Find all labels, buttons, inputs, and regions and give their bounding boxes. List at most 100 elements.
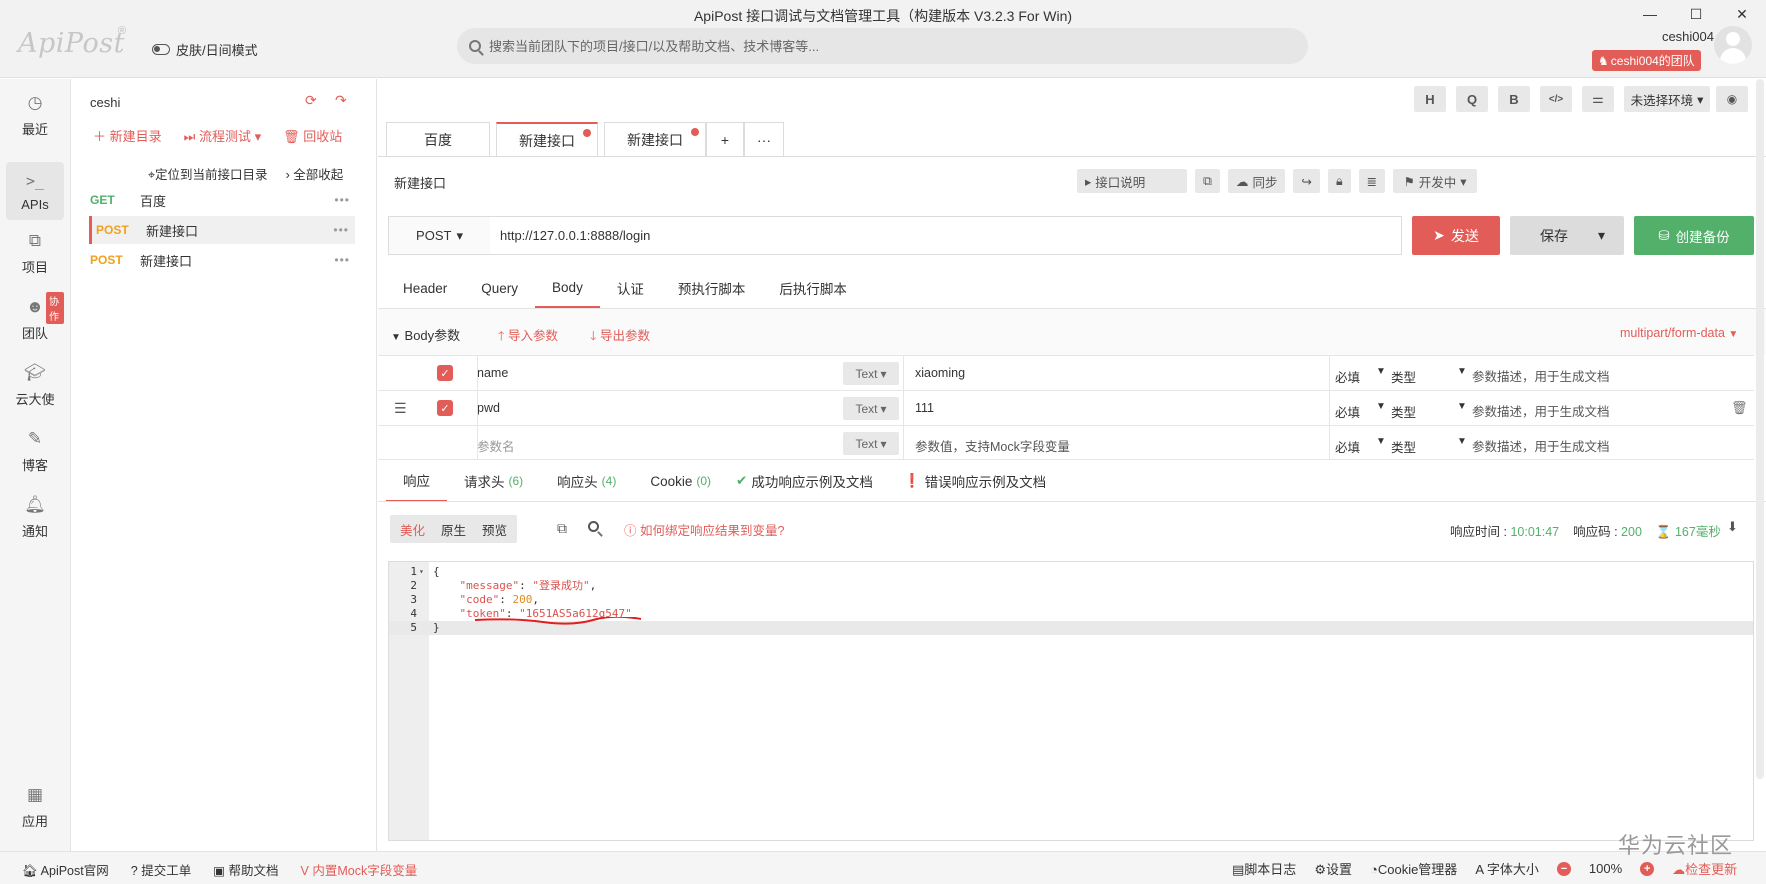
help-docs-link[interactable]: ▣ 帮助文档 <box>213 860 278 879</box>
param-type-select[interactable]: Text ▾ <box>843 362 899 385</box>
sync-button[interactable]: ☁ 同步 <box>1227 169 1286 193</box>
recycle-button[interactable]: 🗑︎ 回收站 <box>283 126 342 145</box>
tab-success-example[interactable]: ✔ 成功响应示例及文档 <box>728 460 890 502</box>
tab-error-example[interactable]: ❗ 错误响应示例及文档 <box>890 460 1063 502</box>
param-checkbox[interactable]: ✓ <box>437 400 453 416</box>
nav-item-project[interactable]: ⧉ 项目 <box>6 224 64 282</box>
trash-icon[interactable]: 🗑︎ <box>1731 400 1748 416</box>
request-tab[interactable]: 新建接口 <box>604 122 706 157</box>
param-value-placeholder[interactable]: 参数值，支持Mock字段变量 <box>915 436 1070 455</box>
script-log-button[interactable]: ▤脚本日志 <box>1232 859 1296 878</box>
bind-help-link[interactable]: ⓘ 如何绑定响应结果到变量? <box>624 520 784 539</box>
avatar[interactable] <box>1714 26 1752 64</box>
tab-header[interactable]: Header <box>386 268 464 308</box>
param-required[interactable]: 必填 <box>1335 437 1360 456</box>
content-type-select[interactable]: multipart/form-data ▼ <box>1620 326 1738 340</box>
ticket-link[interactable]: ? 提交工单 <box>131 860 191 879</box>
tab-more-button[interactable]: ··· <box>744 122 784 157</box>
global-search[interactable] <box>457 28 1308 64</box>
copy-icon[interactable]: ⧉ <box>1195 169 1220 193</box>
param-name[interactable]: name <box>477 366 508 380</box>
param-desc[interactable]: 参数描述，用于生成文档 <box>1472 401 1610 420</box>
nav-item-apps[interactable]: ▦ 应用 <box>6 778 64 836</box>
theme-toggle[interactable]: 皮肤/日间模式 <box>152 40 258 59</box>
nav-item-ambassador[interactable]: 🎓︎ 云大使 <box>6 356 64 414</box>
param-desc[interactable]: 参数描述，用于生成文档 <box>1472 436 1610 455</box>
request-tab[interactable]: 新建接口 <box>496 122 598 157</box>
more-icon[interactable]: ••• <box>333 223 349 237</box>
collapse-all-button[interactable]: › 全部收起 <box>286 164 344 183</box>
quote-button[interactable]: Q <box>1456 86 1488 112</box>
send-button[interactable]: ➤ 发送 <box>1412 216 1500 255</box>
website-link[interactable]: 🏠︎ ApiPost官网 <box>22 860 109 879</box>
chevron-down-icon[interactable]: ▾ <box>1598 227 1605 244</box>
check-update-button[interactable]: ☁检查更新 <box>1672 859 1737 878</box>
param-kind[interactable]: 类型 <box>1391 437 1416 456</box>
maximize-button[interactable]: ☐ <box>1673 0 1719 28</box>
param-type-select[interactable]: Text ▾ <box>843 432 899 455</box>
share-icon[interactable]: ↷ <box>335 92 347 109</box>
tab-body[interactable]: Body <box>535 268 600 308</box>
api-tree-item[interactable]: POST 新建接口 ••• <box>89 216 355 244</box>
refresh-icon[interactable]: ⟳ <box>305 92 317 109</box>
caret-down-icon[interactable]: ▼ <box>1376 366 1386 377</box>
param-type-select[interactable]: Text ▾ <box>843 397 899 420</box>
new-dir-button[interactable]: ＋ 新建目录 <box>93 126 162 145</box>
export-params-button[interactable]: 🡓 导出参数 <box>590 325 650 348</box>
code-button[interactable]: </> <box>1540 86 1572 112</box>
caret-down-icon[interactable]: ▼ <box>1457 366 1467 377</box>
more-icon[interactable]: ••• <box>334 193 350 207</box>
bold-button[interactable]: B <box>1498 86 1530 112</box>
caret-down-icon[interactable]: ▼ <box>1376 436 1386 447</box>
param-desc[interactable]: 参数描述，用于生成文档 <box>1472 366 1610 385</box>
url-input[interactable] <box>490 216 1402 255</box>
share-icon[interactable]: ↪ <box>1293 169 1320 193</box>
param-name[interactable]: pwd <box>477 401 500 415</box>
flow-test-button[interactable]: ⏭ 流程测试 ▾ <box>184 126 261 145</box>
tab-pre-script[interactable]: 预执行脚本 <box>661 268 763 308</box>
param-required[interactable]: 必填 <box>1335 402 1360 421</box>
view-raw[interactable]: 原生 <box>441 520 466 539</box>
api-doc-button[interactable]: ▸ 接口说明 <box>1077 169 1187 193</box>
minimize-button[interactable]: — <box>1627 0 1673 28</box>
method-select[interactable]: POST ▾ <box>388 216 491 255</box>
param-kind[interactable]: 类型 <box>1391 367 1416 386</box>
lock-icon[interactable]: 🔒︎ <box>1327 169 1351 193</box>
download-icon[interactable]: ⬇ <box>1727 519 1738 535</box>
create-backup-button[interactable]: ⛁ 创建备份 <box>1634 216 1754 255</box>
param-value[interactable]: xiaoming <box>915 366 965 380</box>
database-icon[interactable]: ≣ <box>1358 169 1386 193</box>
heading-button[interactable]: H <box>1414 86 1446 112</box>
param-name-placeholder[interactable]: 参数名 <box>477 436 515 455</box>
tab-post-script[interactable]: 后执行脚本 <box>762 268 864 308</box>
import-params-button[interactable]: 🡑 导入参数 <box>498 325 558 348</box>
fold-toggle-icon[interactable]: ▾ <box>419 565 424 579</box>
caret-down-icon[interactable]: ▼ <box>1457 436 1467 447</box>
request-tab[interactable]: 百度 <box>386 122 490 157</box>
tab-auth[interactable]: 认证 <box>600 268 661 308</box>
team-badge[interactable]: ♞ ceshi004的团队 <box>1592 50 1701 71</box>
zoom-in-button[interactable]: + <box>1640 861 1655 876</box>
search-icon[interactable] <box>588 520 599 535</box>
copy-icon[interactable]: ⧉ <box>557 520 567 537</box>
view-preview[interactable]: 预览 <box>482 520 507 539</box>
settings-sliders-button[interactable]: ⚌ <box>1582 86 1614 112</box>
nav-item-blog[interactable]: ✎ 博客 <box>6 422 64 480</box>
nav-item-apis[interactable]: >_ APIs <box>6 162 64 220</box>
more-icon[interactable]: ••• <box>334 253 350 267</box>
save-button[interactable]: 保存 ▾ <box>1510 216 1624 255</box>
response-editor[interactable]: 1 ▾{ 2 "message": "登录成功", 3 "code": 200, … <box>388 561 1754 841</box>
tab-cookie[interactable]: Cookie (0) <box>633 460 728 502</box>
body-params-toggle[interactable]: ▼ Body参数 <box>391 325 460 344</box>
param-required[interactable]: 必填 <box>1335 367 1360 386</box>
param-checkbox[interactable]: ✓ <box>437 365 453 381</box>
zoom-out-button[interactable]: − <box>1556 861 1571 876</box>
close-button[interactable]: ✕ <box>1719 0 1765 28</box>
nav-item-team[interactable]: ☻ 团队 协作 <box>6 290 64 348</box>
api-tree-item[interactable]: GET 百度 ••• <box>90 186 356 214</box>
cookie-manager-button[interactable]: ◔Cookie管理器 <box>1370 859 1457 878</box>
search-input[interactable] <box>489 38 1269 54</box>
param-kind[interactable]: 类型 <box>1391 402 1416 421</box>
nav-item-notify[interactable]: 🔔︎ 通知 <box>6 488 64 546</box>
nav-item-recent[interactable]: ◷ 最近 <box>6 86 64 144</box>
